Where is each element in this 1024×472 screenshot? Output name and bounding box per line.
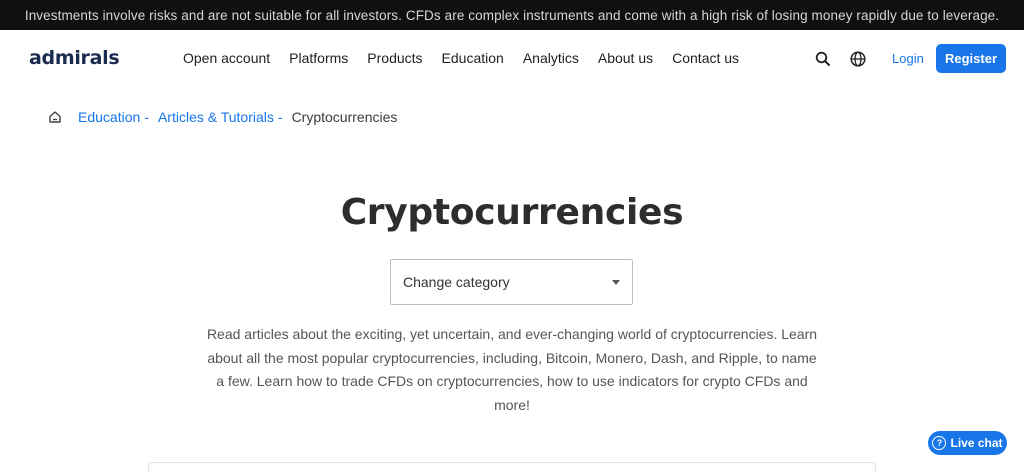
- nav-contact-us[interactable]: Contact us: [672, 50, 739, 66]
- login-link[interactable]: Login: [892, 51, 924, 66]
- main-nav: Open account Platforms Products Educatio…: [183, 50, 739, 66]
- breadcrumb-current: Cryptocurrencies: [291, 109, 398, 125]
- nav-education[interactable]: Education: [442, 50, 504, 66]
- breadcrumb-articles-tutorials[interactable]: Articles & Tutorials: [158, 109, 274, 125]
- category-description: Read articles about the exciting, yet un…: [206, 326, 818, 413]
- nav-analytics[interactable]: Analytics: [523, 50, 579, 66]
- main-header: admirals Open account Platforms Products…: [0, 30, 1024, 88]
- risk-warning-text: Investments involve risks and are not su…: [24, 7, 1000, 23]
- change-category-select[interactable]: Change category: [390, 259, 633, 305]
- page-title: Cryptocurrencies: [340, 192, 684, 233]
- globe-icon[interactable]: [849, 50, 867, 68]
- category-select-value: Change category: [403, 274, 510, 290]
- live-chat-label: Live chat: [950, 436, 1003, 450]
- breadcrumb-separator: -: [144, 109, 149, 125]
- nav-open-account[interactable]: Open account: [183, 50, 270, 66]
- nav-products[interactable]: Products: [367, 50, 422, 66]
- breadcrumb-separator: -: [277, 109, 283, 125]
- search-icon[interactable]: [814, 50, 832, 68]
- admirals-logo[interactable]: admirals: [29, 47, 120, 69]
- nav-about-us[interactable]: About us: [598, 50, 653, 66]
- breadcrumb-education[interactable]: Education: [78, 109, 140, 125]
- home-icon[interactable]: [48, 110, 62, 124]
- nav-platforms[interactable]: Platforms: [289, 50, 348, 66]
- live-chat-button[interactable]: ? Live chat: [928, 431, 1007, 455]
- breadcrumb: Education - Articles & Tutorials - Crypt…: [48, 109, 397, 125]
- chevron-down-icon: [612, 280, 620, 285]
- article-list-card: [148, 462, 876, 472]
- risk-warning-banner: Investments involve risks and are not su…: [0, 0, 1024, 30]
- help-icon: ?: [932, 436, 947, 450]
- register-button[interactable]: Register: [936, 44, 1006, 73]
